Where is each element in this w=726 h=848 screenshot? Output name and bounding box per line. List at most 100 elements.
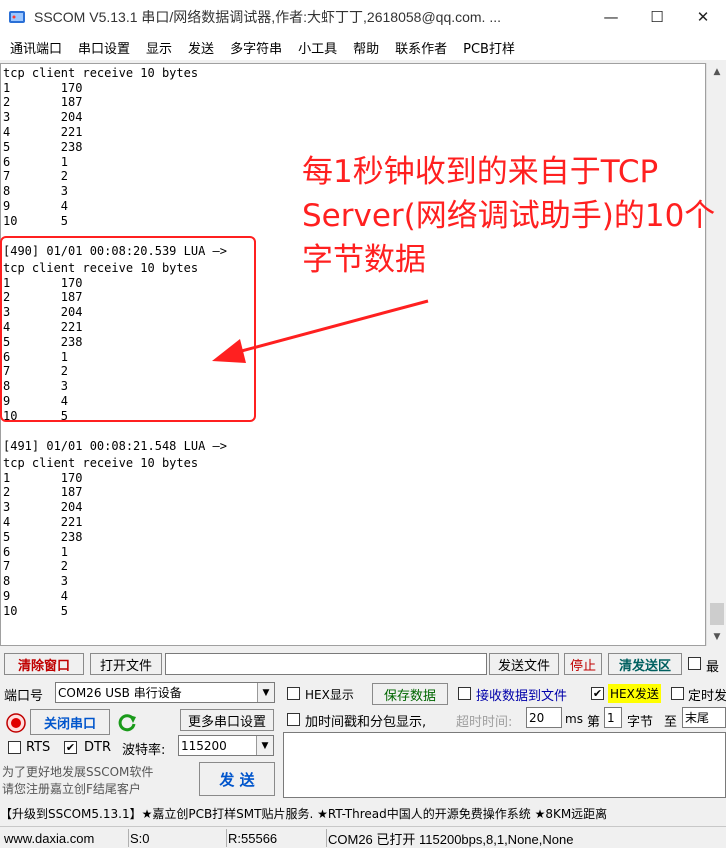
file-path-input[interactable] (165, 653, 487, 675)
output-line: 10 5 (3, 604, 69, 618)
output-line: 7 2 (3, 169, 69, 183)
timestamp-checkbox[interactable] (287, 713, 300, 726)
output-line: 8 3 (3, 184, 69, 198)
end-value: 末尾 (685, 711, 710, 725)
output-line: 6 1 (3, 545, 69, 559)
output-line: 2 187 (3, 485, 83, 499)
output-line: tcp client receive 10 bytes (3, 66, 199, 80)
timeout-unit: ms (565, 712, 583, 726)
byte-index-input[interactable]: 1 (604, 707, 622, 728)
port-label: 端口号 (4, 689, 44, 704)
status-port-state: COM26 已打开 115200bps,8,1,None,None (328, 831, 574, 847)
top-most-label: 最 (706, 660, 720, 675)
refresh-icon[interactable] (116, 711, 138, 733)
hex-send-checkbox[interactable]: ✔ (591, 687, 604, 700)
end-select[interactable]: 末尾 (682, 707, 726, 728)
baud-label: 波特率: (122, 743, 166, 758)
timeout-label: 超时时间: (456, 715, 513, 730)
output-line: 9 4 (3, 199, 69, 213)
promo-banner-text: 【升级到SSCOM5.13.1】★嘉立创PCB打样SMT贴片服务. ★RT-Th… (0, 806, 608, 821)
clear-send-button[interactable]: 清发送区 (608, 653, 682, 675)
recv-to-file-label: 接收数据到文件 (476, 689, 568, 704)
title-bar: SSCOM V5.13.1 串口/网络数据调试器,作者:大虾丁丁,2618058… (0, 0, 726, 34)
send-button[interactable]: 发 送 (199, 762, 275, 796)
output-line: 1 170 (3, 471, 83, 485)
output-line: [491] 01/01 00:08:21.548 LUA —> (3, 439, 227, 453)
scroll-thumb[interactable] (710, 603, 724, 625)
chevron-down-icon[interactable]: ▼ (257, 683, 274, 702)
hex-display-checkbox[interactable] (287, 687, 300, 700)
maximize-icon: ☐ (650, 8, 664, 26)
output-line: 7 2 (3, 559, 69, 573)
minimize-icon: — (603, 8, 619, 26)
output-line: 4 221 (3, 515, 83, 529)
rts-checkbox[interactable] (8, 741, 21, 754)
output-line: tcp client receive 10 bytes (3, 456, 199, 470)
menu-comm-port[interactable]: 通讯端口 (4, 38, 68, 57)
output-line: 5 238 (3, 140, 83, 154)
byte-prefix-label: 第 (587, 715, 601, 730)
port-select[interactable]: COM26 USB 串行设备 ▼ (55, 682, 275, 703)
output-line: 8 3 (3, 574, 69, 588)
status-bar: www.daxia.com S:0 R:55566 COM26 已打开 1152… (0, 826, 726, 848)
status-website[interactable]: www.daxia.com (0, 829, 129, 847)
output-line: 4 221 (3, 125, 83, 139)
hex-send-label: HEX发送 (608, 684, 661, 703)
menu-pcb-proto[interactable]: PCB打样 (457, 38, 521, 57)
window-title: SSCOM V5.13.1 串口/网络数据调试器,作者:大虾丁丁,2618058… (34, 9, 502, 25)
menu-help[interactable]: 帮助 (347, 38, 385, 57)
clear-window-button[interactable]: 清除窗口 (4, 653, 84, 675)
dtr-checkbox[interactable]: ✔ (64, 741, 77, 754)
output-line: 3 204 (3, 110, 83, 124)
timed-send-label: 定时发 (688, 689, 726, 704)
timestamp-label: 加时间戳和分包显示, (305, 715, 427, 730)
close-icon: ✕ (696, 8, 710, 26)
menu-send[interactable]: 发送 (182, 38, 220, 57)
promo-line-2: 请您注册嘉立创F结尾客户 (2, 782, 141, 796)
menu-serial-settings[interactable]: 串口设置 (72, 38, 136, 57)
stop-button[interactable]: 停止 (564, 653, 602, 675)
output-line: 1 170 (3, 81, 83, 95)
scroll-down-icon[interactable]: ▼ (707, 628, 726, 646)
output-line: 6 1 (3, 155, 69, 169)
menu-bar: 通讯端口 串口设置 显示 发送 多字符串 小工具 帮助 联系作者 PCB打样 (0, 34, 726, 60)
port-status-icon (6, 713, 26, 733)
hex-display-label: HEX显示 (305, 688, 354, 702)
timed-send-checkbox[interactable] (671, 687, 684, 700)
maximize-button[interactable]: ☐ (634, 0, 680, 34)
close-port-button[interactable]: 关闭串口 (30, 709, 110, 735)
annotation-text: 每1秒钟收到的来自于TCP Server(网络调试助手)的10个字节数据 (302, 154, 716, 278)
dtr-label: DTR (84, 740, 111, 755)
menu-contact-author[interactable]: 联系作者 (389, 38, 453, 57)
send-input[interactable] (283, 732, 726, 798)
output-line: 9 4 (3, 589, 69, 603)
close-button[interactable]: ✕ (680, 0, 726, 34)
top-most-checkbox[interactable] (688, 657, 701, 670)
more-serial-settings-button[interactable]: 更多串口设置 (180, 709, 274, 731)
baud-value: 115200 (181, 738, 227, 753)
status-received-count: R:55566 (224, 829, 327, 847)
recv-to-file-checkbox[interactable] (458, 687, 471, 700)
baud-select[interactable]: 115200 ▼ (178, 735, 274, 756)
minimize-button[interactable]: — (588, 0, 634, 34)
menu-multi-string[interactable]: 多字符串 (224, 38, 288, 57)
send-file-button[interactable]: 发送文件 (489, 653, 559, 675)
output-line: 2 187 (3, 95, 83, 109)
app-icon (9, 11, 25, 23)
promo-line-1: 为了更好地发展SSCOM软件 (2, 765, 154, 779)
menu-display[interactable]: 显示 (140, 38, 178, 57)
byte-label: 字节 (627, 715, 654, 730)
to-label: 至 (664, 715, 678, 730)
scroll-up-icon[interactable]: ▲ (707, 63, 726, 81)
promo-banner: 【升级到SSCOM5.13.1】★嘉立创PCB打样SMT贴片服务. ★RT-Th… (0, 802, 726, 824)
port-value: COM26 USB 串行设备 (58, 686, 182, 700)
chevron-down-icon[interactable]: ▼ (256, 736, 273, 755)
timeout-input[interactable]: 20 (526, 707, 562, 728)
rts-label: RTS (26, 740, 51, 755)
save-data-button[interactable]: 保存数据 (372, 683, 448, 705)
output-line: 3 204 (3, 500, 83, 514)
output-line: 5 238 (3, 530, 83, 544)
menu-tools[interactable]: 小工具 (292, 38, 343, 57)
output-line: 10 5 (3, 214, 69, 228)
open-file-button[interactable]: 打开文件 (90, 653, 162, 675)
